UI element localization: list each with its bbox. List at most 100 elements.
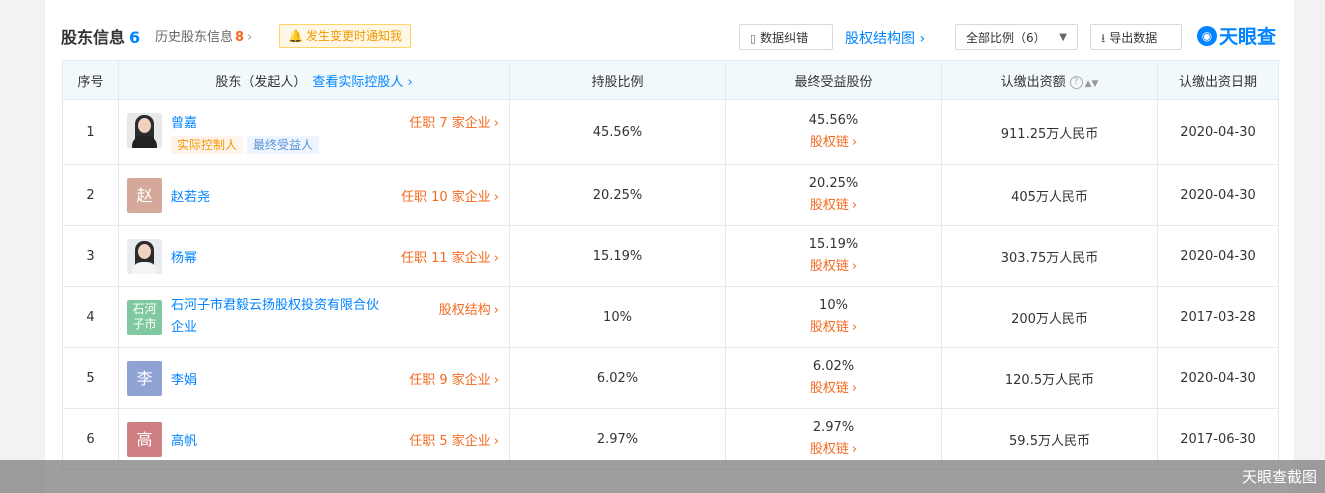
ultimate-value: 45.56%	[808, 113, 859, 128]
date-cell: 2020-04-30	[1157, 225, 1279, 287]
notify-on-change-button[interactable]: 🔔 发生变更时通知我	[279, 24, 411, 48]
avatar[interactable]: 李	[127, 361, 162, 396]
avatar[interactable]: 赵	[127, 178, 162, 213]
equity-chain-link[interactable]: 股权链 ›	[726, 317, 941, 339]
date-cell: 2020-04-30	[1157, 347, 1279, 409]
equity-chain-label: 股权链	[809, 259, 849, 274]
equity-chain-link[interactable]: 股权链 ›	[726, 132, 941, 154]
export-label: 导出数据	[1109, 31, 1158, 45]
section-title: 股东信息 6	[61, 24, 140, 48]
equity-structure-link[interactable]: 股权结构图 ›	[845, 28, 925, 48]
equity-chain-link[interactable]: 股权链 ›	[726, 195, 941, 217]
equity-chain-label: 股权链	[809, 135, 849, 150]
date-cell: 2017-03-28	[1157, 286, 1279, 348]
ratio-cell: 6.02%	[509, 347, 726, 409]
chevron-right-icon: ›	[493, 116, 499, 131]
help-icon[interactable]: ?	[1069, 75, 1083, 89]
positions-label: 任职 7 家企业	[409, 116, 491, 131]
table-row: 1 曾嘉 实际控制人 最终受益人 任职 7 家企业 › 45.56% 45.56% 股…	[62, 99, 1279, 165]
data-correction-button[interactable]: ▯ 数据纠错	[739, 24, 833, 50]
subscribed-cell: 911.25万人民币	[941, 99, 1158, 165]
avatar[interactable]	[127, 239, 162, 274]
ratio-filter-value: 全部比例（6）	[966, 31, 1046, 45]
chevron-right-icon: ›	[493, 303, 499, 318]
shareholder-name-link[interactable]: 杨幂	[171, 247, 197, 266]
avatar[interactable]: 石河子市	[127, 300, 162, 335]
logo-text: 天眼查	[1219, 26, 1277, 48]
chevron-right-icon: ›	[493, 251, 499, 266]
shareholder-name-link[interactable]: 李娟	[171, 369, 197, 388]
equity-chain-link[interactable]: 股权链 ›	[726, 439, 941, 461]
row-index: 4	[62, 286, 119, 348]
ultimate-cell: 6.02% 股权链 ›	[725, 347, 942, 409]
row-index: 1	[62, 99, 119, 165]
col-shareholder-header: 股东（发起人） 查看实际控股人 ›	[118, 60, 510, 100]
col-subscribed-header[interactable]: 认缴出资额? ▲▼	[941, 60, 1158, 100]
table-row: 3 杨幂 任职 11 家企业 › 15.19% 15.19% 股权链 › 303.75…	[62, 225, 1279, 287]
chevron-right-icon: ›	[851, 135, 858, 150]
equity-chain-link[interactable]: 股权链 ›	[726, 256, 941, 278]
positions-link[interactable]: 任职 9 家企业 ›	[409, 369, 499, 388]
ratio-filter-select[interactable]: 全部比例（6） ▼	[955, 24, 1078, 50]
eye-logo-icon: ◉	[1197, 25, 1217, 46]
section-title-count: 6	[129, 28, 141, 47]
positions-link[interactable]: 任职 11 家企业 ›	[401, 247, 499, 266]
shareholder-cell: 李 李娟 任职 9 家企业 ›	[118, 347, 510, 409]
bell-icon: 🔔	[288, 29, 303, 43]
subscribed-cell: 120.5万人民币	[941, 347, 1158, 409]
table-header-row: 序号 股东（发起人） 查看实际控股人 › 持股比例 最终受益股份 认缴出资额? ▲▼…	[62, 60, 1279, 100]
row-index: 5	[62, 347, 119, 409]
positions-link[interactable]: 任职 7 家企业 ›	[409, 112, 499, 131]
shareholder-table: 序号 股东（发起人） 查看实际控股人 › 持股比例 最终受益股份 认缴出资额? ▲▼…	[62, 60, 1279, 470]
row-index: 3	[62, 225, 119, 287]
shareholder-name-link[interactable]: 曾嘉	[171, 112, 197, 131]
document-icon: ▯	[750, 32, 757, 45]
data-correction-label: 数据纠错	[760, 31, 809, 45]
shareholder-cell: 曾嘉 实际控制人 最终受益人 任职 7 家企业 ›	[118, 99, 510, 165]
positions-link[interactable]: 任职 5 家企业 ›	[409, 430, 499, 449]
section-title-label: 股东信息	[61, 28, 126, 47]
chevron-right-icon: ›	[851, 320, 858, 335]
history-shareholders-link[interactable]: 历史股东信息 8 ›	[155, 26, 252, 45]
avatar[interactable]	[127, 113, 162, 148]
positions-link[interactable]: 任职 10 家企业 ›	[401, 186, 499, 205]
chevron-right-icon: ›	[493, 190, 499, 205]
caret-down-icon: ▼	[1059, 32, 1067, 43]
equity-chain-label: 股权链	[809, 320, 849, 335]
shareholder-name-link[interactable]: 高帆	[171, 430, 197, 449]
actual-controller-tag: 实际控制人	[171, 136, 244, 154]
equity-structure-row-link[interactable]: 股权结构 ›	[439, 299, 499, 318]
screenshot-watermark-bar: 天眼查截图	[0, 460, 1325, 493]
ultimate-beneficiary-tag: 最终受益人	[247, 136, 320, 154]
equity-structure-label: 股权结构图	[845, 31, 915, 47]
positions-label: 任职 9 家企业	[409, 373, 491, 388]
chevron-right-icon: ›	[851, 198, 858, 213]
ratio-cell: 10%	[509, 286, 726, 348]
ultimate-value: 15.19%	[808, 237, 859, 252]
shareholder-name-link[interactable]: 石河子市君毅云扬股权投资有限合伙企业	[171, 295, 391, 339]
equity-chain-label: 股权链	[809, 381, 849, 396]
row-index: 2	[62, 164, 119, 226]
col-ratio-header: 持股比例	[509, 60, 726, 100]
view-actual-controller-link[interactable]: 查看实际控股人 ›	[312, 75, 412, 90]
sort-icon[interactable]: ▲▼	[1085, 79, 1099, 89]
date-cell: 2020-04-30	[1157, 164, 1279, 226]
shareholder-cell: 杨幂 任职 11 家企业 ›	[118, 225, 510, 287]
date-cell: 2020-04-30	[1157, 99, 1279, 165]
shareholder-name-link[interactable]: 赵若尧	[171, 186, 210, 205]
ratio-cell: 45.56%	[509, 99, 726, 165]
chevron-right-icon: ›	[915, 31, 926, 47]
avatar[interactable]: 高	[127, 422, 162, 457]
col-index-header: 序号	[62, 60, 119, 100]
equity-chain-link[interactable]: 股权链 ›	[726, 378, 941, 400]
equity-chain-label: 股权链	[809, 442, 849, 457]
panel-header: 股东信息 6 历史股东信息 8 › 🔔 发生变更时通知我 ▯ 数据纠错 股权结构图 › 全…	[45, 0, 1294, 60]
equity-structure-row-label: 股权结构	[438, 303, 491, 318]
chevron-right-icon: ›	[851, 442, 858, 457]
shareholder-cell: 赵 赵若尧 任职 10 家企业 ›	[118, 164, 510, 226]
ratio-cell: 15.19%	[509, 225, 726, 287]
ultimate-value: 10%	[819, 298, 848, 313]
export-data-button[interactable]: ⭳ 导出数据	[1090, 24, 1182, 50]
ultimate-cell: 20.25% 股权链 ›	[725, 164, 942, 226]
subscribed-cell: 303.75万人民币	[941, 225, 1158, 287]
